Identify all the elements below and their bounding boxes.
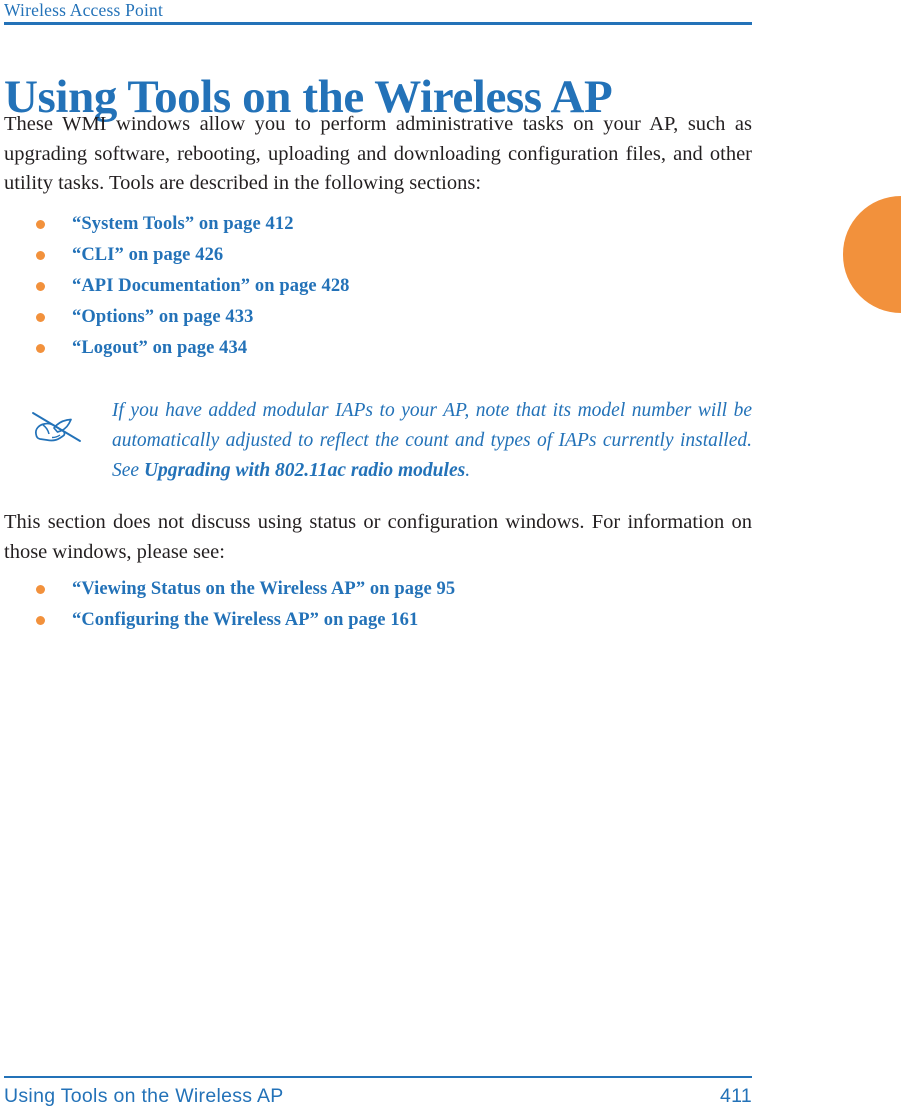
footer-page-number: 411 bbox=[720, 1085, 752, 1107]
intro-paragraph-block: These WMI windows allow you to perform a… bbox=[4, 110, 752, 199]
tools-link-list: “System Tools” on page 412 “CLI” on page… bbox=[4, 209, 752, 364]
tools-link-list-block: “System Tools” on page 412 “CLI” on page… bbox=[4, 209, 752, 364]
list-item[interactable]: “Options” on page 433 bbox=[4, 302, 752, 333]
cross-reference-link[interactable]: “Logout” on page 434 bbox=[72, 338, 247, 358]
bullet-dot-icon bbox=[36, 282, 45, 291]
second-paragraph: This section does not discuss using stat… bbox=[4, 511, 752, 563]
bullet-dot-icon bbox=[36, 344, 45, 353]
cross-reference-link[interactable]: “System Tools” on page 412 bbox=[72, 214, 294, 234]
note-pencil-icon bbox=[30, 404, 86, 448]
bullet-dot-icon bbox=[36, 585, 45, 594]
footer-rule bbox=[4, 1076, 752, 1078]
cross-reference-link[interactable]: “Options” on page 433 bbox=[72, 307, 253, 327]
list-item[interactable]: “Configuring the Wireless AP” on page 16… bbox=[4, 605, 752, 636]
bullet-dot-icon bbox=[36, 251, 45, 260]
running-head-text: Wireless Access Point bbox=[4, 0, 164, 20]
footer-row: Using Tools on the Wireless AP 411 bbox=[4, 1084, 752, 1108]
status-link-list: “Viewing Status on the Wireless AP” on p… bbox=[4, 574, 752, 636]
running-header: Wireless Access Point bbox=[4, 0, 752, 25]
second-paragraph-block: This section does not discuss using stat… bbox=[4, 508, 752, 567]
cross-reference-link[interactable]: “Viewing Status on the Wireless AP” on p… bbox=[72, 579, 455, 599]
cross-reference-link[interactable]: “API Documentation” on page 428 bbox=[72, 276, 350, 296]
intro-paragraph: These WMI windows allow you to perform a… bbox=[4, 113, 752, 194]
list-item[interactable]: “System Tools” on page 412 bbox=[4, 209, 752, 240]
status-link-list-block: “Viewing Status on the Wireless AP” on p… bbox=[4, 574, 752, 636]
header-rule bbox=[4, 22, 752, 25]
footer-title: Using Tools on the Wireless AP bbox=[4, 1085, 284, 1107]
list-item[interactable]: “Logout” on page 434 bbox=[4, 333, 752, 364]
note-text-emphasis: Upgrading with 802.11ac radio modules bbox=[143, 460, 466, 481]
bullet-dot-icon bbox=[36, 313, 45, 322]
bullet-dot-icon bbox=[36, 616, 45, 625]
chapter-thumb-tab bbox=[843, 196, 901, 313]
cross-reference-link[interactable]: “CLI” on page 426 bbox=[72, 245, 223, 265]
list-item[interactable]: “CLI” on page 426 bbox=[4, 240, 752, 271]
note-callout: If you have added modular IAPs to your A… bbox=[4, 396, 752, 486]
note-text: If you have added modular IAPs to your A… bbox=[112, 396, 752, 486]
note-text-part2: . bbox=[465, 460, 471, 481]
bullet-dot-icon bbox=[36, 220, 45, 229]
cross-reference-link[interactable]: “Configuring the Wireless AP” on page 16… bbox=[72, 610, 418, 630]
list-item[interactable]: “Viewing Status on the Wireless AP” on p… bbox=[4, 574, 752, 605]
list-item[interactable]: “API Documentation” on page 428 bbox=[4, 271, 752, 302]
page-footer: Using Tools on the Wireless AP 411 bbox=[4, 1076, 752, 1108]
